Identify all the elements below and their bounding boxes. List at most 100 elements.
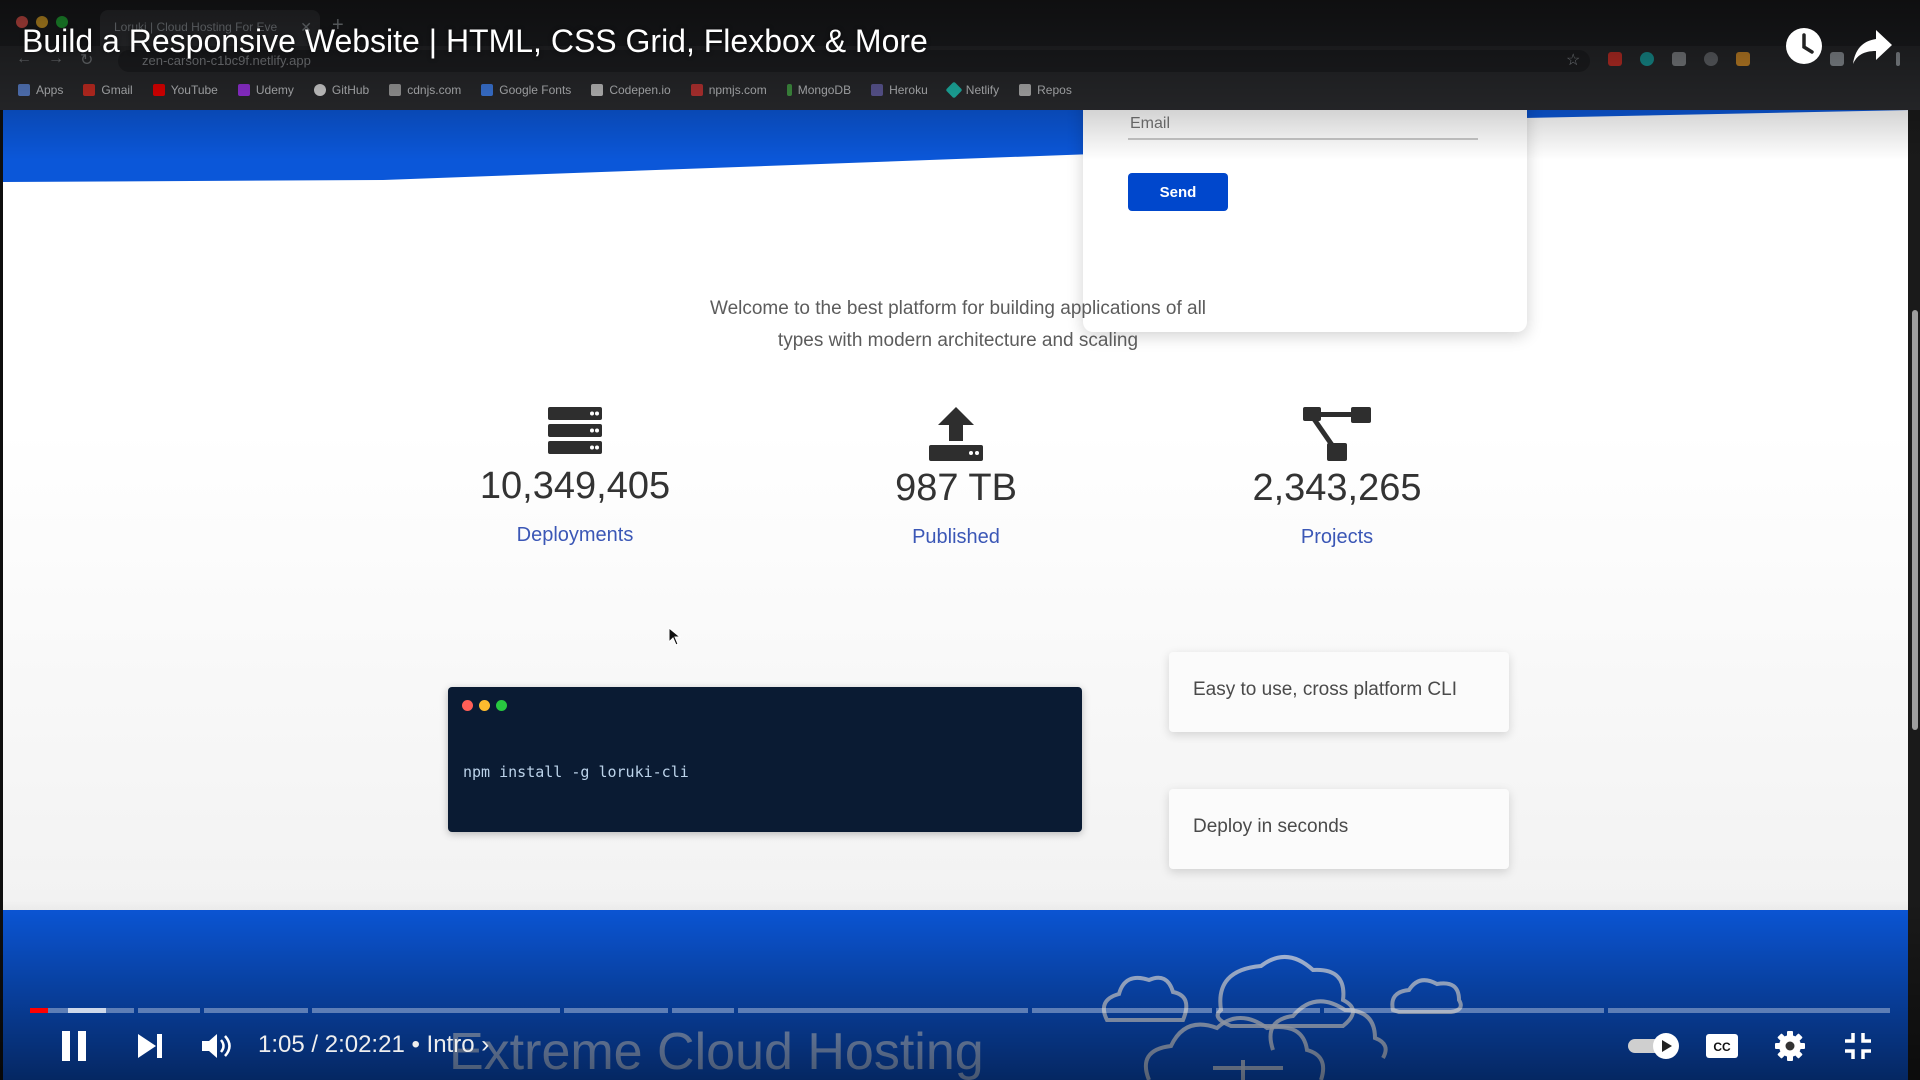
chapter-segment[interactable]	[672, 1008, 734, 1013]
feature-text: Easy to use, cross platform CLI	[1193, 679, 1457, 700]
bookmark-netlify[interactable]: Netlify	[945, 81, 999, 99]
mongodb-leaf-icon	[786, 84, 792, 96]
feature-text: Deploy in seconds	[1193, 816, 1349, 837]
mute-button[interactable]	[196, 1026, 236, 1066]
heroku-icon	[871, 84, 884, 96]
bookmark-repos[interactable]: Repos	[1019, 83, 1072, 97]
stat-projects: 2,343,265 Projects	[1177, 407, 1497, 549]
video-title[interactable]: Build a Responsive Website | HTML, CSS G…	[22, 23, 928, 60]
volume-icon	[202, 1034, 231, 1058]
send-button[interactable]: Send	[1128, 173, 1228, 211]
chapter-title[interactable]: • Intro ›	[411, 1031, 489, 1058]
bookmark-codepen[interactable]: Codepen.io	[591, 83, 671, 97]
bookmark-heroku[interactable]: Heroku	[871, 83, 928, 97]
skip-next-icon	[138, 1034, 162, 1058]
chapter-segment[interactable]	[1608, 1008, 1890, 1013]
settings-button[interactable]	[1770, 1026, 1810, 1066]
time-display: 1:05 / 2:02:21 • Intro ›	[258, 1031, 489, 1059]
bookmark-youtube[interactable]: YouTube	[152, 83, 218, 97]
bookmark-mongodb[interactable]: MongoDB	[786, 83, 851, 97]
extension-icon[interactable]	[1608, 52, 1622, 66]
page-scrollbar[interactable]	[1912, 310, 1918, 730]
chapter-segment[interactable]	[738, 1008, 1028, 1013]
stat-published: 987 TB Published	[796, 407, 1116, 549]
chapter-segment[interactable]	[138, 1008, 200, 1013]
extension-icon[interactable]	[1736, 52, 1750, 66]
gear-icon	[1775, 1031, 1805, 1061]
stat-label: Published	[912, 526, 1000, 548]
youtube-icon	[152, 84, 165, 96]
code-icon	[389, 84, 402, 96]
npm-icon	[690, 84, 703, 96]
folder-icon	[1019, 84, 1032, 96]
welcome-line: Welcome to the best platform for buildin…	[709, 298, 1207, 319]
bookmark-github[interactable]: GitHub	[313, 83, 369, 97]
email-field[interactable]	[1128, 110, 1478, 140]
stat-label: Projects	[1300, 526, 1374, 548]
mouse-pointer-icon	[669, 628, 681, 646]
chapter-segment[interactable]	[1216, 1008, 1320, 1013]
bookmark-cdnjs[interactable]: cdnjs.com	[389, 83, 461, 97]
terminal-window: npm install -g loruki-cli	[448, 687, 1082, 832]
chapter-segment[interactable]	[204, 1008, 308, 1013]
autoplay-toggle[interactable]	[1626, 1026, 1682, 1066]
footer-heading: Extreme Cloud Hosting	[449, 1023, 984, 1080]
stat-value: 10,349,405	[479, 465, 671, 507]
bookmarks-bar: Apps Gmail YouTube Udemy GitHub cdnjs.co…	[18, 81, 1072, 99]
stat-value: 2,343,265	[1252, 467, 1422, 509]
extension-icon[interactable]	[1640, 52, 1654, 66]
stat-deployments: 10,349,405 Deployments	[415, 407, 735, 547]
feature-card: Deploy in seconds	[1169, 789, 1509, 869]
extensions-puzzle-icon[interactable]	[1830, 52, 1844, 66]
exit-fullscreen-icon	[1845, 1033, 1871, 1059]
time-text: 1:05 / 2:02:21	[258, 1031, 405, 1058]
cloud-illustration-icon	[1102, 955, 1463, 1080]
bookmark-google-fonts[interactable]: Google Fonts	[481, 83, 571, 97]
chapter-segment[interactable]	[564, 1008, 668, 1013]
welcome-line: types with modern architecture and scali…	[777, 330, 1139, 351]
bookmark-npmjs[interactable]: npmjs.com	[690, 83, 767, 97]
pause-icon	[62, 1031, 86, 1061]
codepen-icon	[591, 84, 604, 96]
stat-label: Deployments	[516, 524, 634, 546]
played-segment	[30, 1008, 48, 1013]
terminal-close-dot	[462, 700, 473, 711]
upload-icon	[929, 407, 983, 461]
website-viewport: Send Welcome to the best platform for bu…	[3, 110, 1911, 1080]
welcome-text: Welcome to the best platform for buildin…	[663, 293, 1253, 357]
udemy-icon	[237, 84, 250, 96]
watch-later-icon[interactable]	[1782, 24, 1826, 68]
autoplay-toggle-icon	[1628, 1033, 1679, 1059]
terminal-maximize-dot	[496, 700, 507, 711]
bookmark-udemy[interactable]: Udemy	[237, 83, 294, 97]
chapter-segment[interactable]	[1324, 1008, 1604, 1013]
server-icon	[548, 407, 602, 454]
netlify-icon	[945, 81, 963, 99]
gmail-icon	[83, 84, 96, 96]
hero-blue-band	[3, 110, 1911, 182]
svg-text:CC: CC	[1713, 1040, 1731, 1054]
captions-icon: CC	[1706, 1034, 1738, 1058]
bookmark-gmail[interactable]: Gmail	[83, 83, 133, 97]
bookmark-star-icon[interactable]: ☆	[1566, 50, 1580, 70]
share-icon[interactable]	[1850, 24, 1894, 68]
menu-dots-icon[interactable]	[1896, 52, 1900, 66]
extension-icon[interactable]	[1672, 52, 1686, 66]
feature-card: Easy to use, cross platform CLI	[1169, 652, 1509, 732]
stat-value: 987 TB	[895, 467, 1017, 509]
terminal-command: npm install -g loruki-cli	[463, 763, 689, 781]
extension-icon[interactable]	[1704, 52, 1718, 66]
apps-grid-icon	[18, 84, 30, 96]
next-button[interactable]	[130, 1026, 170, 1066]
google-fonts-icon	[481, 84, 494, 96]
github-icon	[313, 84, 326, 96]
chapter-segment[interactable]	[1032, 1008, 1212, 1013]
progress-bar[interactable]	[30, 1008, 1890, 1013]
terminal-minimize-dot	[479, 700, 490, 711]
chapter-segment[interactable]	[312, 1008, 560, 1013]
project-diagram-icon	[1303, 407, 1371, 461]
captions-button[interactable]: CC	[1702, 1026, 1742, 1066]
pause-button[interactable]	[54, 1026, 94, 1066]
exit-fullscreen-button[interactable]	[1838, 1026, 1878, 1066]
bookmark-apps[interactable]: Apps	[18, 83, 63, 97]
